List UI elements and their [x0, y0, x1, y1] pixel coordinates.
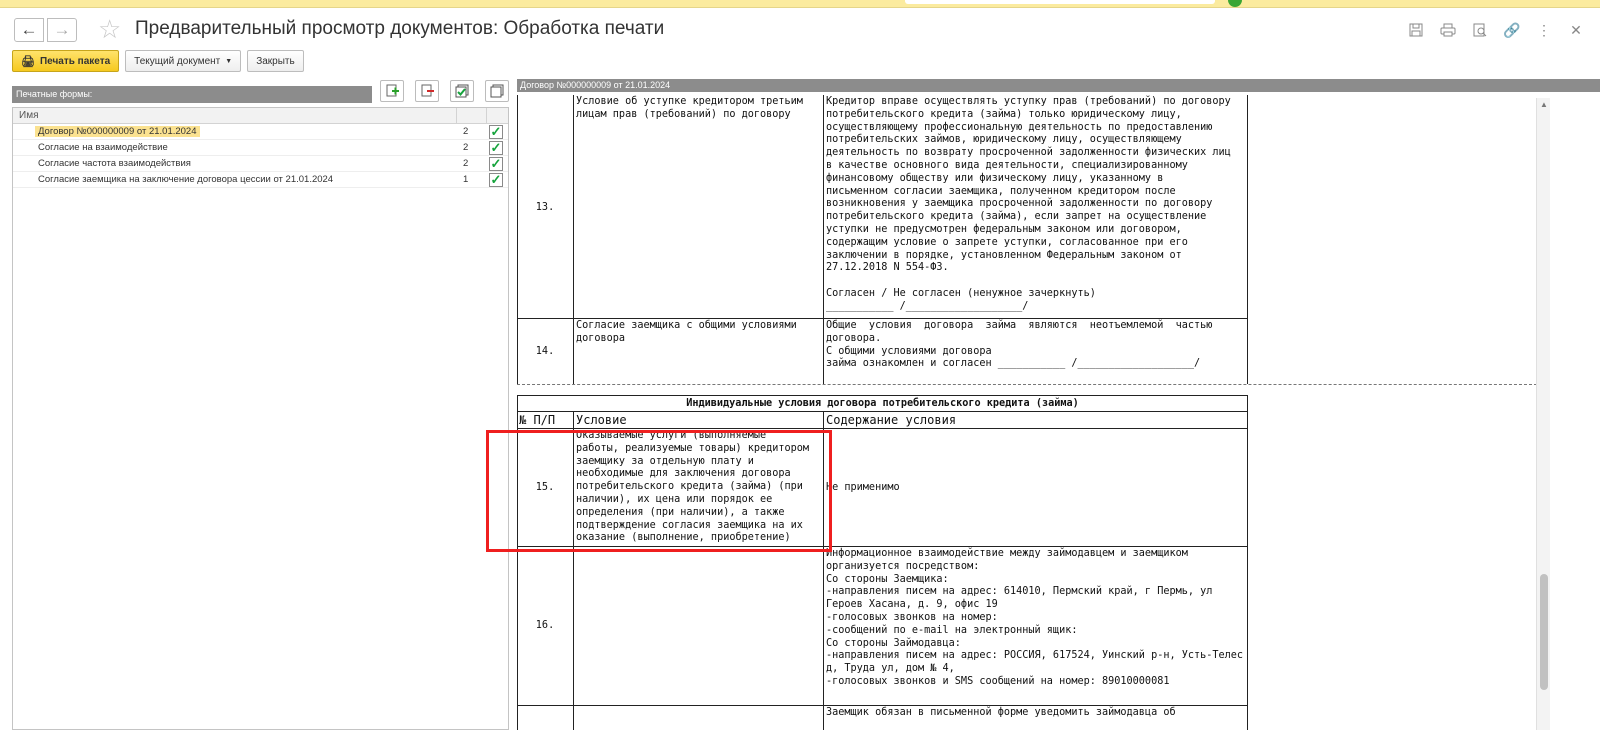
form-copies[interactable]: 2 [463, 142, 468, 153]
chevron-down-icon: ▼ [225, 57, 233, 65]
arrow-right-icon: → [53, 20, 71, 39]
print-package-button[interactable]: 🖨 Печать пакета [12, 50, 120, 72]
close-button[interactable]: Закрыть [247, 50, 304, 72]
more-vertical-icon[interactable]: ⋮ [1534, 20, 1554, 40]
form-checkbox[interactable]: ✓ [489, 157, 503, 171]
table-border [517, 705, 1248, 706]
column-header-condition: Условие [576, 413, 627, 427]
preview-icon[interactable] [1470, 20, 1490, 40]
table-border [517, 95, 518, 384]
page-title: Предварительный просмотр документов: Обр… [135, 18, 665, 39]
printer-icon: 🖨 [21, 55, 35, 68]
content-cell: Не применимо [826, 482, 900, 493]
window-actions: 🔗 ⋮ ✕ [1406, 20, 1586, 40]
print-forms-header: Печатные формы: [12, 86, 372, 103]
document-tab-header: Договор №000000009 от 21.01.2024 [517, 79, 1600, 92]
print-forms-actions [380, 80, 509, 102]
scroll-up-icon[interactable]: ▲ [1540, 100, 1548, 109]
grid-header: Имя [13, 108, 508, 124]
form-copies[interactable]: 2 [463, 126, 468, 137]
spreadsheet-document[interactable]: 13. Условие об уступке кредитором третьи… [517, 95, 1552, 730]
content-cell: Заемщик обязан в письменной форме уведом… [826, 707, 1176, 718]
column-check-header [486, 108, 510, 124]
scrollbar-thumb[interactable] [1540, 574, 1548, 690]
close-label: Закрыть [256, 55, 295, 67]
uncheck-all-icon[interactable] [485, 80, 509, 102]
column-header-number: № П/П [519, 413, 556, 427]
table-border [1247, 395, 1248, 730]
browser-tab-fragment [905, 0, 1215, 4]
form-copies[interactable]: 2 [463, 158, 468, 169]
table-row[interactable]: Согласие заемщика на заключение договора… [13, 172, 508, 188]
row-number: 14. [535, 346, 555, 357]
form-name: Согласие частота взаимодействия [38, 158, 191, 169]
status-dot [1228, 0, 1242, 7]
check-all-icon[interactable] [450, 80, 474, 102]
print-forms-panel: Печатные формы: Имя Договор №000000009 о… [12, 80, 509, 730]
form-name: Договор №000000009 от 21.01.2024 [35, 126, 200, 137]
row-number: 13. [535, 202, 555, 213]
form-name: Согласие заемщика на заключение договора… [38, 174, 334, 185]
remove-copy-icon[interactable] [415, 80, 439, 102]
print-package-label: Печать пакета [39, 55, 111, 67]
table-row[interactable]: Договор №000000009 от 21.01.2024 2 ✓ [13, 124, 508, 140]
content-cell: Общие условия договора займа являются не… [826, 320, 1213, 370]
current-document-label: Текущий документ [134, 55, 221, 67]
form-name: Согласие на взаимодействие [38, 142, 168, 153]
annotation-highlight-frame [486, 430, 832, 552]
column-qty-header [456, 108, 486, 124]
table-border [1247, 95, 1248, 384]
document-preview-panel: Договор №000000009 от 21.01.2024 13. Усл… [517, 79, 1600, 730]
content-cell: Информационное взаимодействие между займ… [826, 548, 1244, 687]
close-icon[interactable]: ✕ [1566, 20, 1586, 40]
title-bar: ← → ☆ Предварительный просмотр документо… [0, 12, 1600, 48]
column-name-header: Имя [19, 110, 39, 121]
save-icon[interactable] [1406, 20, 1426, 40]
current-document-dropdown[interactable]: Текущий документ ▼ [125, 50, 242, 72]
browser-top-strip [0, 0, 1600, 8]
condition-cell: Условие об уступке кредитором третьим ли… [576, 96, 803, 120]
condition-cell: Согласие заемщика с общими условиями дог… [576, 320, 797, 344]
back-button[interactable]: ← [14, 18, 44, 42]
column-header-content: Содержание условия [826, 413, 957, 427]
add-copy-icon[interactable] [380, 80, 404, 102]
form-copies[interactable]: 1 [463, 174, 468, 185]
table-border [517, 318, 1248, 319]
form-checkbox[interactable]: ✓ [489, 173, 503, 187]
arrow-left-icon: ← [20, 20, 38, 39]
page-break-line [517, 384, 1537, 385]
link-icon[interactable]: 🔗 [1502, 20, 1522, 40]
table-border [573, 95, 574, 384]
table-border [823, 95, 824, 384]
row-number: 16. [535, 620, 555, 631]
printer-icon[interactable] [1438, 20, 1458, 40]
table-border [517, 411, 1248, 412]
print-forms-grid: Имя Договор №000000009 от 21.01.2024 2 ✓… [12, 107, 509, 730]
table-row[interactable]: Согласие на взаимодействие 2 ✓ [13, 140, 508, 156]
document-scrollbar[interactable]: ▲ [1536, 98, 1550, 730]
table-border [517, 428, 1248, 429]
table-border [517, 395, 1248, 396]
star-icon[interactable]: ☆ [98, 14, 121, 45]
section-title: Индивидуальные условия договора потребит… [686, 398, 1079, 409]
content-cell: Кредитор вправе осуществлять уступку пра… [826, 96, 1231, 312]
main-toolbar: 🖨 Печать пакета Текущий документ ▼ Закры… [12, 50, 304, 72]
form-checkbox[interactable]: ✓ [489, 125, 503, 139]
table-row[interactable]: Согласие частота взаимодействия 2 ✓ [13, 156, 508, 172]
forward-button[interactable]: → [47, 18, 77, 42]
form-checkbox[interactable]: ✓ [489, 141, 503, 155]
